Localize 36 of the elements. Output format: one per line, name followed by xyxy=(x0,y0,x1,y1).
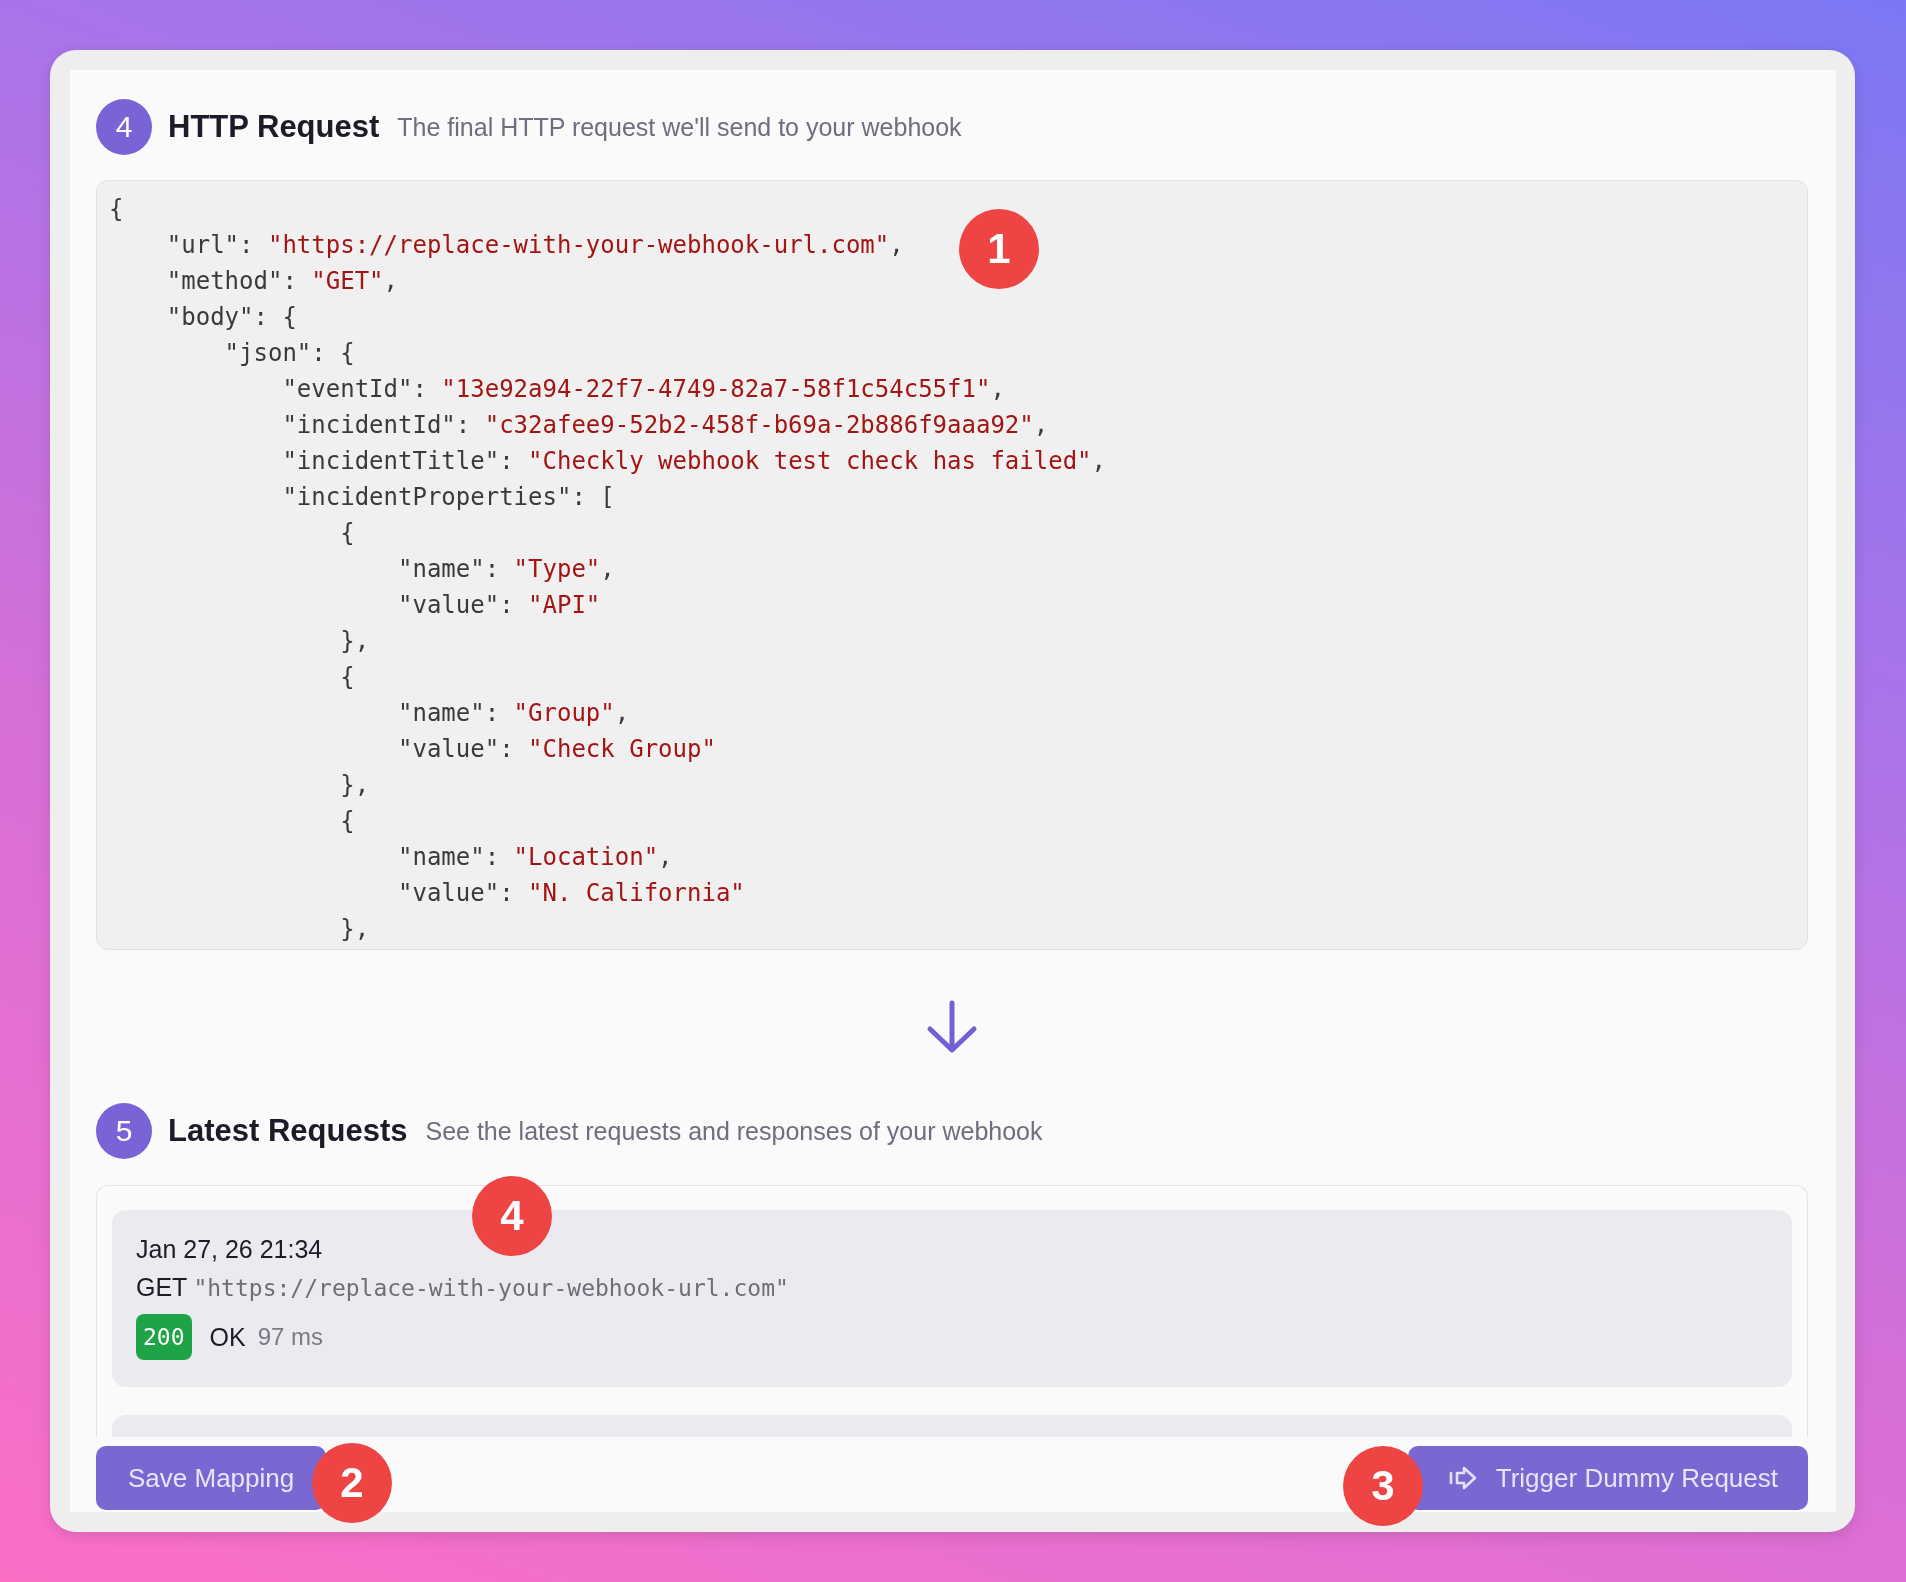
step-number: 5 xyxy=(96,1103,152,1159)
code-line: }, xyxy=(340,915,370,943)
code-line: "method": "GET", xyxy=(166,267,398,295)
code-line: "value": "API" xyxy=(398,591,601,619)
request-date: Jan 27, 26 21:34 xyxy=(136,1234,324,1265)
save-button[interactable]: Save Mapping xyxy=(96,1446,327,1510)
code-line: "incidentTitle": "Checkly webhook test check has failed", xyxy=(282,447,1107,475)
code-line: "body": { xyxy=(166,303,297,331)
code-line: "name": "Group", xyxy=(398,699,630,727)
code-line: "url": "https://replace-with-your-webhook-url.com", xyxy=(166,231,904,259)
code-line: "eventId": "13e92a94-22f7-4749-82a7-58f1c54c55f1", xyxy=(282,375,1005,403)
code-line: { xyxy=(109,195,124,223)
code-line: "value": "N. California" xyxy=(398,879,745,907)
code-line: { xyxy=(340,807,355,835)
code-line: }, xyxy=(340,771,370,799)
code-line: }, xyxy=(340,627,370,655)
section-title: Latest Requests xyxy=(168,1113,408,1149)
code-line: "incidentId": "c32afee9-52b2-458f-b69a-2b886f9aaa92", xyxy=(282,411,1049,439)
trigger-button[interactable]: Trigger Dummy Request xyxy=(1407,1446,1808,1510)
code-line: "json": { xyxy=(224,339,355,367)
code-line: { xyxy=(340,519,355,547)
arrow-icon xyxy=(1447,1465,1478,1491)
code-line: "name": "Location", xyxy=(398,843,673,871)
status-badge: 200 xyxy=(136,1314,192,1360)
code-line: "name": "Type", xyxy=(398,555,615,583)
section-subtitle: See the latest requests and responses of your webhook xyxy=(425,1116,1043,1146)
step-number: 4 xyxy=(96,99,152,155)
request-duration: 97 ms xyxy=(257,1323,324,1351)
code-line: { xyxy=(340,663,355,691)
status-text: OK xyxy=(209,1322,246,1352)
code-line: "value": "Check Group" xyxy=(398,735,716,763)
section-subtitle: The final HTTP request we'll send to your webhook xyxy=(397,112,962,142)
request-method: GET xyxy=(136,1273,188,1301)
request-url: "https://replace-with-your-webhook-url.com" xyxy=(193,1275,789,1301)
code-line: "incidentProperties": [ xyxy=(282,483,615,511)
section-title: HTTP Request xyxy=(168,109,380,145)
